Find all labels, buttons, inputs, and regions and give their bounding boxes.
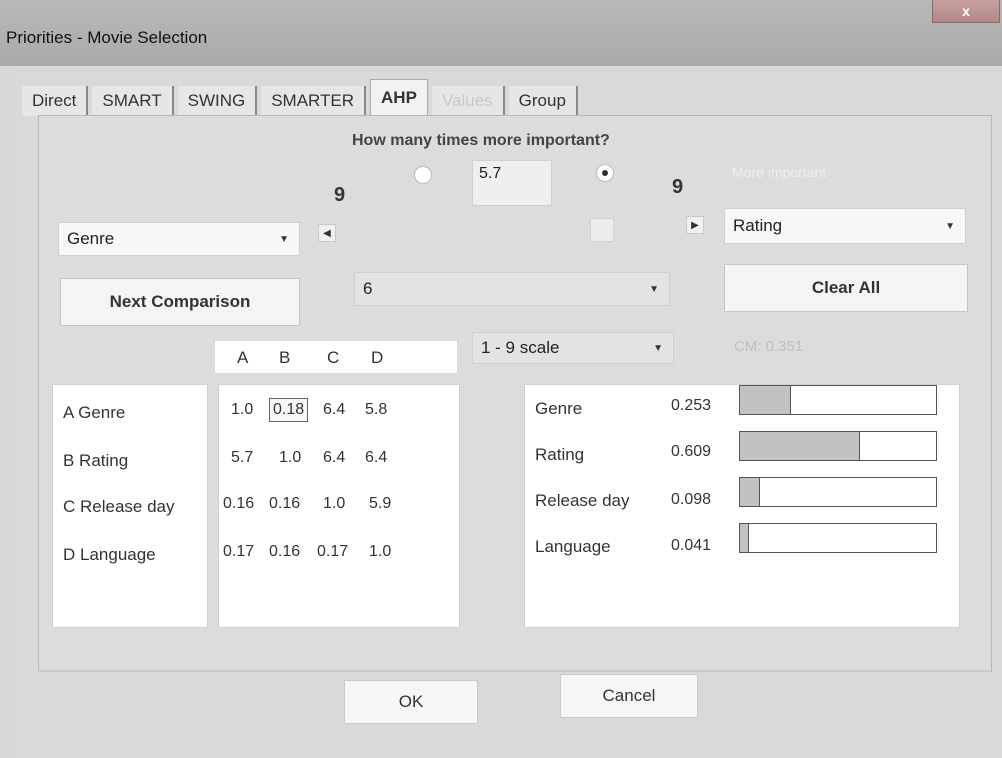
weight-value: 0.098 [671,491,712,508]
matrix-cell[interactable]: 0.17 [223,543,254,561]
scale-select-value: 1 - 9 scale [481,338,560,357]
pairwise-matrix: 1.0 0.18 6.4 5.8 5.7 1.0 6.4 6.4 0.16 0.… [218,384,460,628]
tab-smart[interactable]: SMART [92,86,174,116]
tab-swing[interactable]: SWING [177,86,258,116]
matrix-cell[interactable]: 6.4 [323,401,345,419]
column-header-a: A [237,348,249,367]
weight-bar-fill [740,432,861,460]
title-bar: Priorities - Movie Selection x [0,0,1002,66]
matrix-column-header: A B C D [214,340,458,374]
weight-value: 0.609 [671,443,712,460]
comparison-question: How many times more important? [352,132,610,149]
ratio-value-field[interactable]: 5.7 [472,160,552,206]
chevron-down-icon: ▼ [279,233,289,245]
left-criterion-select[interactable]: Genre ▼ [58,222,300,256]
matrix-cell[interactable]: 1.0 [279,449,301,467]
matrix-cell[interactable]: 0.17 [317,543,348,561]
chevron-down-icon: ▼ [653,342,663,354]
right-scale-max: 9 [672,176,684,198]
weight-bar-fill [740,386,791,414]
tab-direct[interactable]: Direct [22,86,89,116]
criterion-row-label: C Release day [63,497,175,516]
ok-button[interactable]: OK [344,680,478,724]
matrix-cell-selected[interactable]: 0.18 [269,398,309,422]
criterion-row-label: A Genre [63,403,126,422]
matrix-cell[interactable]: 5.7 [231,449,253,467]
close-button[interactable]: x [932,0,1000,23]
criterion-row-label: B Rating [63,451,129,470]
weight-label: Rating [535,445,585,464]
tab-values: Values [431,86,505,116]
weight-label: Language [535,537,611,556]
matrix-cell[interactable]: 5.8 [365,401,387,419]
right-criterion-select[interactable]: Rating ▼ [724,208,966,244]
column-header-c: C [327,348,340,367]
scale-left-arrow[interactable]: ◀ [318,224,336,242]
weights-panel: Genre 0.253 Rating 0.609 Release day 0.0… [524,384,960,628]
chevron-down-icon: ▼ [945,220,955,232]
weight-bar [739,477,937,507]
tab-ahp[interactable]: AHP [370,79,428,116]
comparison-select-value: 6 [363,279,373,298]
panel-divider [38,670,990,672]
arrow-right-icon: ▶ [691,219,699,231]
scale-slider-thumb[interactable] [590,218,614,242]
weight-value: 0.041 [671,537,712,554]
weight-label: Release day [535,491,630,510]
matrix-cell[interactable]: 6.4 [323,449,345,467]
consistency-measure: CM: 0.351 [734,338,804,355]
matrix-cell[interactable]: 1.0 [369,543,391,561]
left-criterion-value: Genre [67,229,115,248]
comparison-select[interactable]: 6 ▼ [354,272,670,306]
matrix-cell[interactable]: 6.4 [365,449,387,467]
right-more-important-radio[interactable] [596,164,614,182]
matrix-cell[interactable]: 0.16 [269,495,300,513]
window-title: Priorities - Movie Selection [6,28,208,47]
scale-select[interactable]: 1 - 9 scale ▼ [472,332,674,364]
right-criterion-value: Rating [733,216,783,235]
column-header-d: D [371,348,384,367]
left-scale-max: 9 [334,184,346,206]
next-comparison-button[interactable]: Next Comparison [60,278,300,326]
matrix-cell[interactable]: 1.0 [323,495,345,513]
cancel-button[interactable]: Cancel [560,674,698,718]
priorities-window: Priorities - Movie Selection x Direct SM… [0,0,1002,758]
close-icon: x [962,3,970,19]
criteria-list: A Genre B Rating C Release day D Languag… [52,384,208,628]
weight-value: 0.253 [671,397,712,414]
chevron-down-icon: ▼ [649,283,659,295]
matrix-cell[interactable]: 5.9 [369,495,391,513]
weight-label: Genre [535,399,583,418]
arrow-left-icon: ◀ [323,227,331,239]
column-header-b: B [279,348,291,367]
tab-group[interactable]: Group [508,86,578,116]
weight-bar [739,523,937,553]
criterion-row-label: D Language [63,545,156,564]
matrix-cell[interactable]: 0.16 [223,495,254,513]
tab-smarter[interactable]: SMARTER [261,86,367,116]
left-more-important-radio[interactable] [414,166,432,184]
clear-all-button[interactable]: Clear All [724,264,968,312]
weight-bar [739,385,937,415]
matrix-cell[interactable]: 0.16 [269,543,300,561]
scale-right-arrow[interactable]: ▶ [686,216,704,234]
weight-bar-fill [740,524,750,552]
matrix-cell[interactable]: 1.0 [231,401,253,419]
weight-bar-fill [740,478,761,506]
more-important-label: More important [732,164,827,180]
tab-strip: Direct SMART SWING SMARTER AHP Values Gr… [22,76,582,116]
weight-bar [739,431,937,461]
